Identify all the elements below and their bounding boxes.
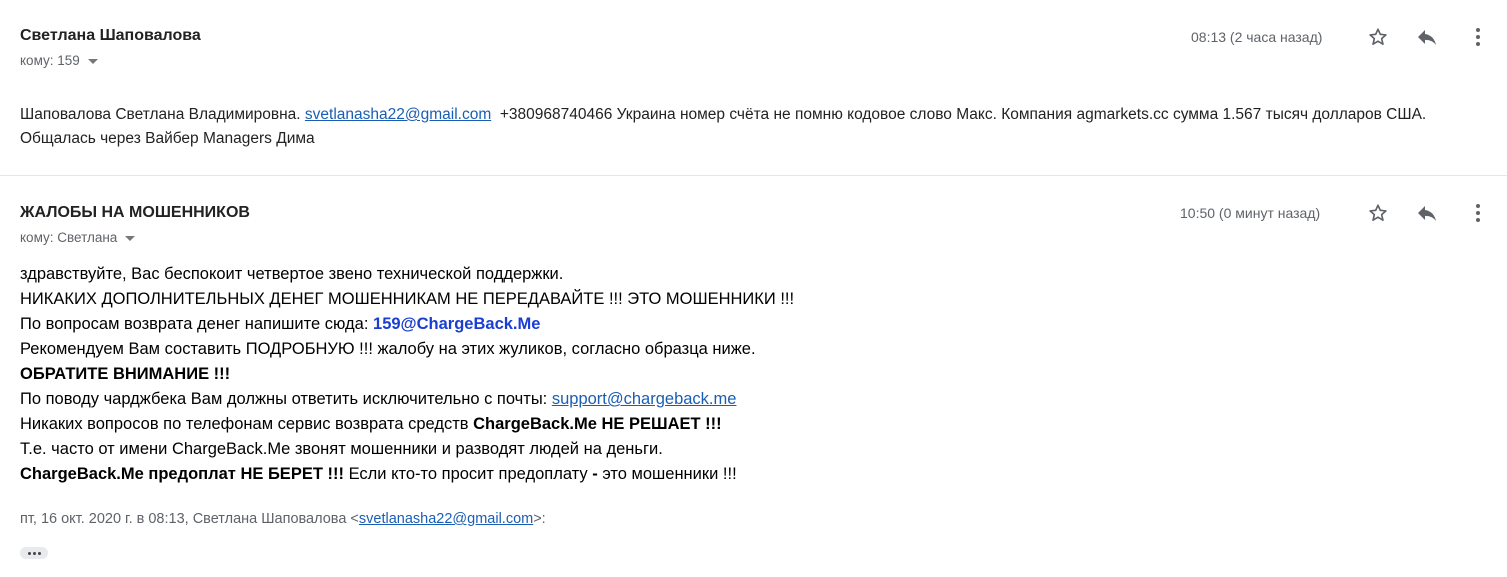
body-text: По вопросам возврата денег напишите сюда… <box>20 315 374 333</box>
body-line: НИКАКИХ ДОПОЛНИТЕЛЬНЫХ ДЕНЕГ МОШЕННИКАМ … <box>20 290 795 308</box>
quote-prefix: пт, 16 окт. 2020 г. в 08:13, Светлана Ша… <box>20 511 359 527</box>
body-line: Т.е. часто от имени ChargeBack.Me звонят… <box>20 440 663 458</box>
body-line: По вопросам возврата денег напишите сюда… <box>20 312 1480 337</box>
sender-email-link[interactable]: svetlanasha22@gmail.com <box>305 106 491 123</box>
message-2: ЖАЛОБЫ НА МОШЕННИКОВ кому: Светлана 10:5… <box>0 176 1507 577</box>
quoted-sender-email-link[interactable]: svetlanasha22@gmail.com <box>359 511 533 527</box>
chargeback-email-link[interactable]: 159@ChargeBack.Me <box>373 315 540 333</box>
caret-down-icon <box>125 235 136 241</box>
recipient-dropdown[interactable]: кому: 159 <box>20 53 98 68</box>
message-time: 10:50 (0 минут назад) <box>1180 205 1321 221</box>
body-line: здравствуйте, Вас беспокоит четвертое зв… <box>20 265 564 283</box>
body-text-bold: ChargeBack.Me предоплат НЕ БЕРЕТ !!! <box>20 465 344 483</box>
more-vert-icon[interactable] <box>1464 199 1492 227</box>
body-line: Никаких вопросов по телефонам сервис воз… <box>20 412 1480 437</box>
body-text: Шаповалова Светлана Владимировна. <box>20 106 305 123</box>
body-line: По поводу чарджбека Вам должны ответить … <box>20 387 1480 412</box>
recipient-label: кому: 159 <box>20 53 80 68</box>
star-icon[interactable] <box>1364 23 1392 51</box>
body-line-bold: ОБРАТИТЕ ВНИМАНИЕ !!! <box>20 365 231 383</box>
more-vert-icon[interactable] <box>1464 23 1492 51</box>
body-text: Если кто-то просит предоплату <box>343 465 593 483</box>
body-text: Никаких вопросов по телефонам сервис воз… <box>20 415 474 433</box>
body-text: По поводу чарджбека Вам должны ответить … <box>20 390 552 408</box>
message-time: 08:13 (2 часа назад) <box>1191 29 1323 45</box>
ellipsis-icon[interactable] <box>20 547 48 559</box>
caret-down-icon <box>87 58 98 64</box>
star-icon[interactable] <box>1364 199 1392 227</box>
body-line: ChargeBack.Me предоплат НЕ БЕРЕТ !!! Есл… <box>20 462 1480 487</box>
message-body: здравствуйте, Вас беспокоит четвертое зв… <box>20 262 1480 487</box>
message-1: Светлана Шаповалова кому: 159 08:13 (2 ч… <box>0 0 1507 176</box>
support-email-link[interactable]: support@chargeback.me <box>552 390 737 408</box>
body-line: Рекомендуем Вам составить ПОДРОБНУЮ !!! … <box>20 340 756 358</box>
sender-name: Светлана Шаповалова <box>20 27 201 44</box>
recipient-dropdown[interactable]: кому: Светлана <box>20 230 136 245</box>
quote-header: пт, 16 окт. 2020 г. в 08:13, Светлана Ша… <box>20 511 546 527</box>
recipient-label: кому: Светлана <box>20 230 118 245</box>
reply-icon[interactable] <box>1413 23 1441 51</box>
quote-suffix: >: <box>533 511 546 527</box>
reply-icon[interactable] <box>1413 199 1441 227</box>
body-text-bold: ChargeBack.Me НЕ РЕШАЕТ !!! <box>473 415 722 433</box>
message-body: Шаповалова Светлана Владимировна. svetla… <box>20 103 1480 151</box>
sender-name: ЖАЛОБЫ НА МОШЕННИКОВ <box>20 204 250 221</box>
body-text: это мошенники !!! <box>597 465 737 483</box>
